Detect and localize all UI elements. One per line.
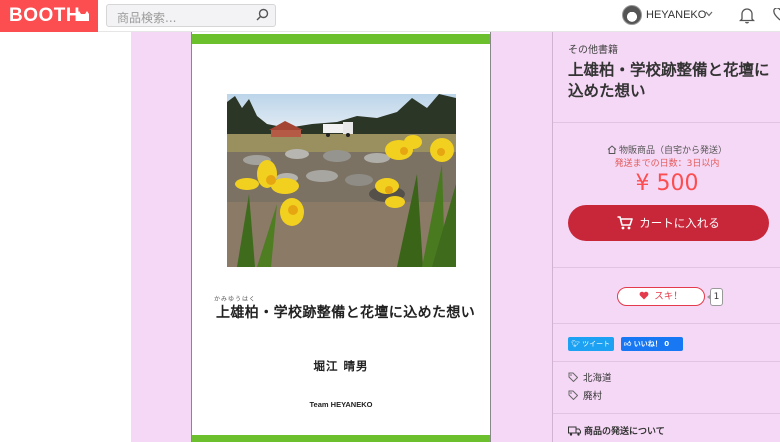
shipping-type: 物販商品（自宅から発送） [553, 143, 780, 156]
cover-bottom-band [192, 435, 490, 442]
divider [553, 122, 780, 123]
like-button[interactable]: スキ！ [617, 287, 705, 306]
cover-top-band [192, 34, 490, 44]
product-info-panel: その他書籍 上雄柏・学校跡整備と花壇に込めた想い 物販商品（自宅から発送） 発送… [552, 32, 780, 442]
category-link[interactable]: その他書籍 [568, 41, 618, 56]
tag-icon [568, 372, 579, 383]
cover-publisher: Team HEYANEKO [309, 400, 373, 409]
divider [553, 413, 780, 414]
add-to-cart-label: カートに入れる [639, 216, 720, 230]
tag-link[interactable]: 廃村 [568, 388, 602, 402]
facebook-like-label: いいね！ 0 [633, 340, 670, 348]
tag-link[interactable]: 北海道 [568, 370, 612, 384]
book-cover-image[interactable]: かみゆうはく 上雄柏・学校跡整備と花壇に込めた想い 堀江 晴男 Team HEY… [191, 32, 491, 442]
heart-icon [639, 291, 649, 300]
divider [553, 267, 780, 268]
username[interactable]: HEYANEKO [646, 9, 706, 21]
tag-label: 北海道 [583, 373, 612, 384]
shipping-info-label: 商品の発送について [584, 427, 665, 437]
add-to-cart-button[interactable]: カートに入れる [568, 205, 769, 241]
tweet-button[interactable]: 🐦︎ ツイート [568, 337, 614, 351]
twitter-bird-icon: 🐦︎ [571, 340, 580, 348]
site-header: BOOTH 商品検索... HEYANEKO [0, 0, 780, 32]
cover-author: 堀江 晴男 [313, 359, 369, 373]
shipping-type-label: 物販商品（自宅から発送） [618, 146, 727, 156]
tweet-label: ツイート [582, 340, 611, 348]
product-title: 上雄柏・学校跡整備と花壇に込めた想い [568, 61, 770, 100]
left-margin [0, 32, 131, 442]
truck-icon [568, 426, 581, 436]
home-icon [607, 145, 617, 154]
cat-logo-icon [77, 11, 89, 21]
search-icon[interactable] [256, 8, 269, 21]
divider [553, 361, 780, 362]
booth-logo[interactable]: BOOTH [0, 0, 98, 32]
thumbs-up-icon: 👍︎ [624, 340, 632, 348]
shipping-info-link[interactable]: 商品の発送について [568, 424, 665, 437]
search-input[interactable]: 商品検索... [106, 4, 276, 27]
logo-text: BOOTH [9, 5, 81, 26]
chevron-down-icon[interactable] [705, 11, 713, 17]
user-avatar[interactable] [622, 5, 642, 25]
cover-photo [227, 94, 456, 267]
facebook-like-button[interactable]: 👍︎ いいね！ 0 [621, 337, 683, 351]
tag-label: 廃村 [583, 391, 603, 402]
search-placeholder: 商品検索... [117, 11, 177, 25]
bell-icon[interactable] [739, 7, 755, 24]
heart-icon[interactable] [772, 8, 780, 22]
tag-icon [568, 390, 579, 401]
price: ¥ 500 [635, 171, 699, 196]
like-count: 1 [707, 288, 723, 306]
shipping-days: 発送までの日数：3日以内 [614, 159, 720, 169]
cover-title: 上雄柏・学校跡整備と花壇に込めた想い [216, 305, 476, 321]
like-label: スキ！ [654, 291, 683, 302]
cart-icon [617, 216, 634, 230]
divider [553, 323, 780, 324]
